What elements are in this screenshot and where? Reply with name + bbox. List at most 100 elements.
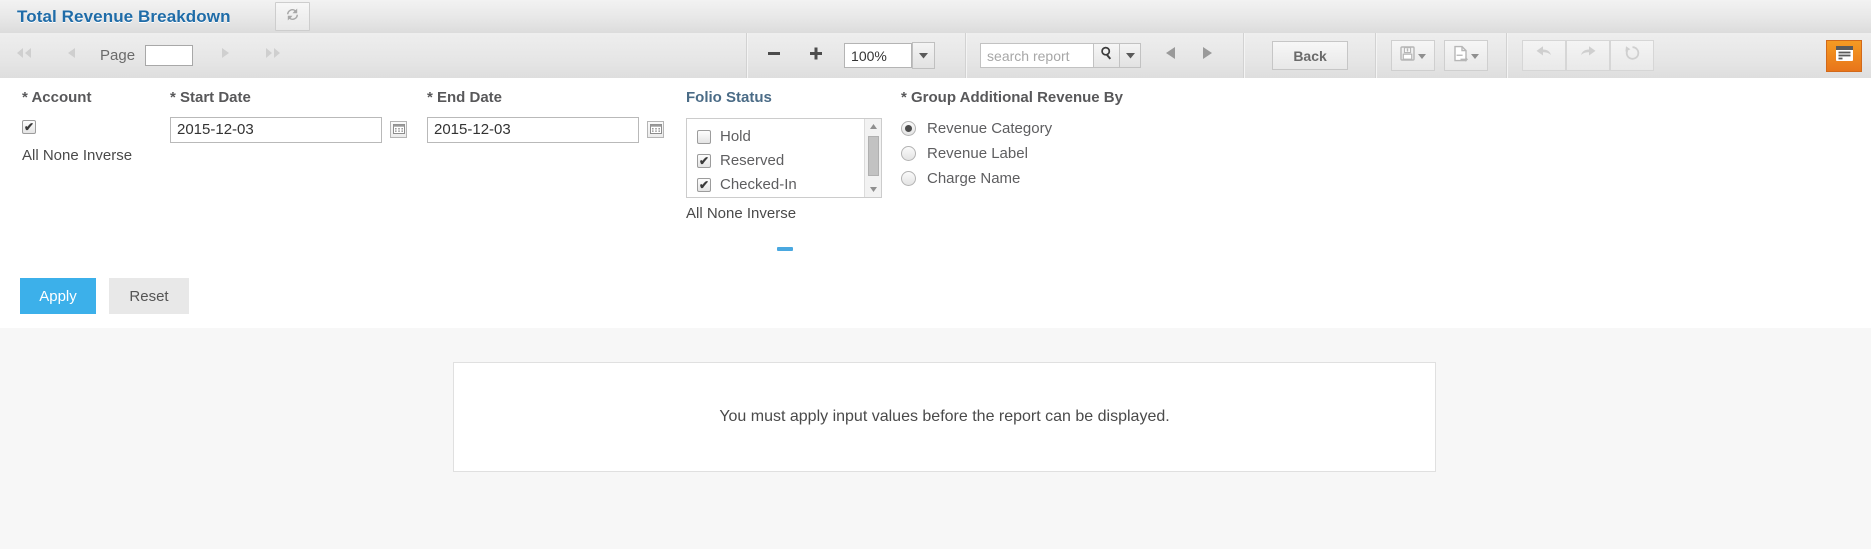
end-date-input[interactable]	[427, 116, 639, 143]
list-item-label: Checked-In	[720, 176, 797, 194]
toggle-parameters-panel-button[interactable]	[1826, 39, 1862, 72]
reset-form-button[interactable]: Reset	[109, 278, 189, 314]
report-content-area: You must apply input values before the r…	[0, 328, 1871, 549]
radio-button[interactable]	[901, 120, 916, 136]
prev-page-icon	[64, 45, 80, 66]
refresh-icon	[284, 6, 301, 28]
list-item[interactable]: ✔ Reserved	[697, 149, 864, 173]
folio-status-checkbox-checked-in[interactable]: ✔	[697, 177, 711, 192]
radio-dot	[905, 124, 912, 132]
radio-label: Revenue Label	[927, 144, 1028, 162]
collapse-panel-handle[interactable]	[777, 247, 793, 251]
group-by-option-revenue-category[interactable]: Revenue Category	[901, 116, 1133, 141]
folio-status-options: Hold ✔ Reserved ✔ Checked-In	[687, 119, 864, 197]
radio-label: Charge Name	[927, 169, 1021, 187]
search-next-button[interactable]	[1189, 39, 1225, 72]
start-date-input[interactable]	[170, 116, 382, 143]
account-checkbox[interactable]: ✔	[22, 119, 36, 134]
start-date-calendar-button[interactable]	[390, 121, 407, 139]
last-page-icon	[262, 45, 284, 66]
redo-arrow-icon	[1578, 44, 1598, 67]
zoom-in-button[interactable]	[798, 39, 834, 72]
zoom-level-input[interactable]	[844, 43, 913, 68]
calendar-icon	[649, 121, 662, 139]
folio-status-checkbox-hold[interactable]	[697, 129, 711, 144]
start-date-label: * Start Date	[170, 89, 251, 106]
undo-button[interactable]	[1522, 40, 1567, 71]
prev-page-button[interactable]	[54, 39, 90, 72]
search-button[interactable]	[1093, 43, 1121, 68]
end-date-calendar-button[interactable]	[647, 121, 664, 139]
next-page-icon	[217, 45, 233, 66]
apply-button[interactable]: Apply	[20, 278, 96, 314]
window-title-bar: Total Revenue Breakdown	[0, 0, 1871, 34]
report-viewer-window: Total Revenue Breakdown Page 100% search…	[0, 0, 1871, 549]
radio-button[interactable]	[901, 170, 916, 186]
folio-status-label: Folio Status	[686, 89, 772, 106]
group-by-label: * Group Additional Revenue By	[901, 89, 1123, 106]
next-page-button[interactable]	[207, 39, 243, 72]
form-actions: Apply Reset	[20, 278, 189, 314]
chevron-down-icon	[918, 47, 929, 65]
list-item-label: Hold	[720, 128, 751, 146]
first-page-button[interactable]	[6, 39, 42, 72]
folio-status-listbox[interactable]: Hold ✔ Reserved ✔ Checked-In	[686, 117, 882, 198]
empty-report-message-box: You must apply input values before the r…	[453, 362, 1436, 472]
plus-icon	[807, 44, 825, 67]
export-document-icon	[1452, 45, 1469, 67]
group-by-option-revenue-label[interactable]: Revenue Label	[901, 141, 1133, 166]
list-item[interactable]: Hold	[697, 125, 864, 149]
undo-arrow-icon	[1534, 44, 1554, 67]
list-item-label: Reserved	[720, 152, 785, 170]
parameters-panel-icon	[1834, 44, 1855, 68]
reset-button[interactable]	[1610, 40, 1655, 71]
group-by-field: * Group Additional Revenue By Revenue Ca…	[901, 87, 1133, 191]
search-prev-button[interactable]	[1153, 39, 1189, 72]
report-toolbar: Page 100% search report Back	[0, 33, 1871, 79]
refresh-button[interactable]	[274, 2, 310, 31]
folio-status-select-links[interactable]: All None Inverse	[686, 205, 882, 222]
scrollbar-thumb[interactable]	[868, 135, 879, 176]
page-label: Page	[100, 47, 136, 64]
page-input[interactable]	[145, 45, 194, 66]
chevron-down-icon	[1125, 47, 1136, 65]
search-input[interactable]	[980, 43, 1094, 68]
zoom-dropdown-button[interactable]	[912, 42, 936, 69]
export-dropdown-button[interactable]	[1444, 40, 1489, 71]
chevron-down-icon	[1471, 47, 1480, 65]
back-button[interactable]: Back	[1272, 41, 1349, 70]
scroll-down-arrow-icon	[869, 180, 878, 197]
empty-report-message: You must apply input values before the r…	[719, 408, 1170, 425]
scroll-up-button[interactable]	[865, 119, 881, 134]
radio-label: Revenue Category	[927, 119, 1053, 137]
minus-icon	[765, 44, 783, 67]
end-date-label: * End Date	[427, 89, 503, 106]
magnifier-icon	[1099, 45, 1115, 66]
scroll-up-arrow-icon	[869, 119, 878, 136]
save-dropdown-button[interactable]	[1391, 40, 1436, 71]
scroll-down-button[interactable]	[865, 180, 881, 197]
parameters-panel: * Account ✔ All None Inverse * Start Dat…	[0, 78, 1871, 329]
triangle-left-icon	[1162, 45, 1180, 66]
export-group	[1377, 33, 1489, 78]
account-label: * Account	[22, 89, 92, 106]
start-date-field: * Start Date	[170, 87, 407, 143]
last-page-button[interactable]	[255, 39, 291, 72]
checkmark-icon: ✔	[23, 119, 35, 134]
search-group	[967, 33, 1225, 78]
zoom-out-button[interactable]	[756, 39, 792, 72]
pagination-group: Page	[0, 33, 291, 78]
folio-status-checkbox-reserved[interactable]: ✔	[697, 153, 711, 168]
search-options-button[interactable]	[1120, 43, 1142, 68]
account-field: * Account ✔ All None Inverse	[22, 87, 132, 164]
group-by-option-charge-name[interactable]: Charge Name	[901, 166, 1133, 191]
triangle-right-icon	[1198, 45, 1216, 66]
redo-button[interactable]	[1566, 40, 1611, 71]
account-select-links[interactable]: All None Inverse	[22, 147, 132, 164]
navigation-group: Back	[1245, 33, 1349, 78]
checkmark-icon: ✔	[698, 177, 710, 192]
floppy-disk-icon	[1399, 45, 1416, 67]
list-item[interactable]: ✔ Checked-In	[697, 173, 864, 197]
radio-button[interactable]	[901, 145, 916, 161]
folio-status-scrollbar[interactable]	[864, 118, 881, 197]
